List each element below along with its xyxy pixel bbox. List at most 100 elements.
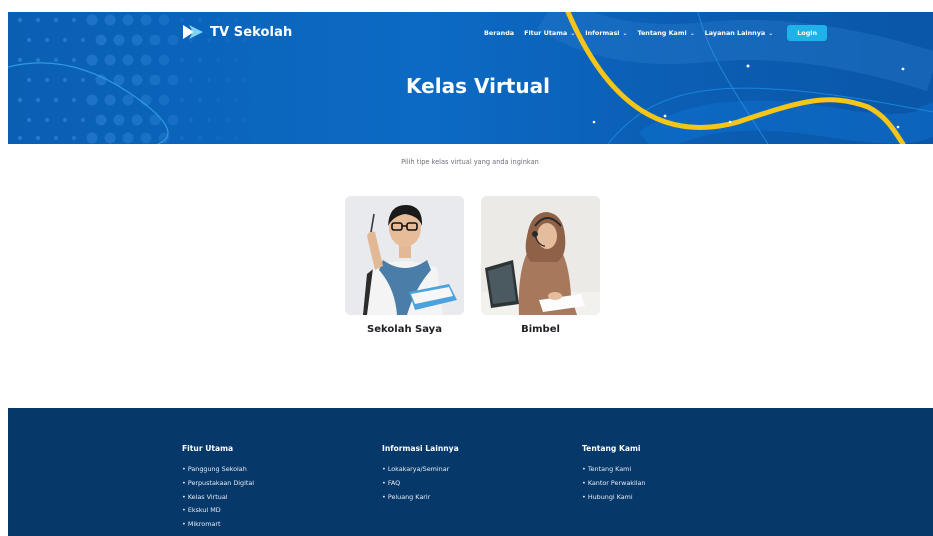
footer-link[interactable]: • FAQ <box>382 477 459 491</box>
footer-link-label: Ekskul MD <box>187 506 221 515</box>
decorative-dot <box>233 57 239 63</box>
footer-link[interactable]: • Mikromart <box>182 518 254 532</box>
tv-sekolah-logo-icon <box>183 25 203 39</box>
decorative-dot <box>122 54 134 66</box>
decorative-dot <box>158 54 170 66</box>
site-footer: Fitur Utama • Panggung Sekolah • Perpust… <box>8 408 933 536</box>
decorative-dot <box>179 97 185 103</box>
footer-link[interactable]: • Peluang Karir <box>382 491 459 505</box>
footer-link[interactable]: • Ekskul MD <box>182 504 254 518</box>
footer-heading: Informasi Lainnya <box>382 444 459 453</box>
footer-link[interactable]: • Kantor Perwakilan <box>582 477 645 491</box>
nav-beranda-label: Beranda <box>484 29 515 37</box>
decorative-dot <box>17 97 23 103</box>
decorative-dot <box>86 14 98 26</box>
option-card-bimbel[interactable]: Bimbel <box>481 196 600 335</box>
decorative-dot <box>86 54 98 66</box>
decorative-dot <box>62 117 68 123</box>
footer-column-informasi-lainnya: Informasi Lainnya • Lokakarya/Seminar • … <box>382 444 459 504</box>
decorative-dot <box>35 97 41 103</box>
decorative-dot <box>80 117 86 123</box>
nav-layanan-lainnya[interactable]: Layanan Lainnya ⌄ <box>705 29 774 37</box>
decorative-dot <box>233 135 239 141</box>
brand-name: TV Sekolah <box>210 24 293 40</box>
footer-column-tentang-kami: Tentang Kami • Tentang Kami • Kantor Per… <box>582 444 645 504</box>
decorative-dot <box>224 117 230 123</box>
footer-link[interactable]: • Kelas Virtual <box>182 491 254 505</box>
hero-banner: TV Sekolah Beranda Fitur Utama ⌄ Informa… <box>8 12 933 144</box>
footer-link[interactable]: • Tentang Kami <box>582 463 645 477</box>
decorative-dot <box>179 57 185 63</box>
decorative-dot <box>140 14 152 26</box>
footer-link[interactable]: • Panggung Sekolah <box>182 463 254 477</box>
footer-link[interactable]: • Lokakarya/Seminar <box>382 463 459 477</box>
decorative-dot <box>71 97 77 103</box>
decorative-dot <box>17 57 23 63</box>
decorative-dot <box>95 34 107 46</box>
footer-link-label: Peluang Karir <box>387 492 431 501</box>
decorative-dot <box>251 97 257 103</box>
footer-link[interactable]: • Perpustakaan Digital <box>182 477 254 491</box>
footer-link-label: Panggung Sekolah <box>187 465 247 473</box>
nav-fitur-utama-label: Fitur Utama <box>524 29 568 37</box>
nav-informasi-label: Informasi <box>585 29 620 37</box>
page-title: Kelas Virtual <box>406 74 550 98</box>
decorative-dot <box>197 57 203 63</box>
chevron-down-icon: ⌄ <box>689 29 695 37</box>
decorative-dot <box>26 117 32 123</box>
nav-tentang-kami[interactable]: Tentang Kami ⌄ <box>637 29 694 37</box>
decorative-dot <box>260 117 266 123</box>
decorative-dot <box>158 14 170 26</box>
nav-layanan-lainnya-label: Layanan Lainnya <box>704 29 766 37</box>
main-nav: Beranda Fitur Utama ⌄ Informasi ⌄ Tentan… <box>484 25 828 41</box>
student-photo <box>345 196 464 315</box>
footer-link-label: Mikromart <box>187 520 221 529</box>
footer-link[interactable]: • Hubungi Kami <box>582 491 645 505</box>
tutor-illustration <box>481 196 600 315</box>
decorative-dot <box>86 132 98 144</box>
option-label: Sekolah Saya <box>367 324 442 335</box>
decorative-dot <box>95 114 107 126</box>
site-logo[interactable]: TV Sekolah <box>182 24 292 40</box>
decorative-dot <box>62 37 68 43</box>
decorative-dot <box>53 135 59 141</box>
nav-tentang-kami-label: Tentang Kami <box>637 29 687 37</box>
nav-informasi[interactable]: Informasi ⌄ <box>585 29 627 37</box>
footer-link-label: Perpustakaan Digital <box>187 478 255 487</box>
decorative-dot <box>35 57 41 63</box>
decorative-dot <box>251 17 257 23</box>
decorative-dot <box>53 97 59 103</box>
decorative-dot <box>53 17 59 23</box>
decorative-dot <box>179 17 185 23</box>
decorative-dot <box>26 37 32 43</box>
decorative-dot <box>17 135 23 141</box>
page-subtitle: Pilih tipe kelas virtual yang anda ingin… <box>401 158 539 166</box>
decorative-dot <box>215 135 221 141</box>
footer-link-label: Kantor Perwakilan <box>587 478 646 487</box>
nav-fitur-utama[interactable]: Fitur Utama ⌄ <box>524 29 575 37</box>
option-label: Bimbel <box>521 324 560 335</box>
student-illustration <box>345 196 464 315</box>
decorative-dot <box>251 135 257 141</box>
footer-link-label: Tentang Kami <box>587 465 632 473</box>
option-card-sekolah-saya[interactable]: Sekolah Saya <box>345 196 464 335</box>
decorative-dot <box>35 17 41 23</box>
decorative-dot <box>71 17 77 23</box>
decorative-dot <box>80 37 86 43</box>
decorative-dot <box>131 34 143 46</box>
decorative-dot <box>167 114 179 126</box>
footer-link-label: Kelas Virtual <box>187 492 228 501</box>
decorative-dot <box>197 135 203 141</box>
login-button[interactable]: Login <box>787 25 828 41</box>
decorative-dot <box>188 117 194 123</box>
decorative-dot <box>149 34 161 46</box>
decorative-dot <box>113 114 125 126</box>
decorative-dot <box>104 54 116 66</box>
decorative-dot <box>53 57 59 63</box>
footer-column-fitur-utama: Fitur Utama • Panggung Sekolah • Perpust… <box>182 444 254 532</box>
nav-beranda[interactable]: Beranda <box>484 29 514 37</box>
chevron-down-icon: ⌄ <box>768 29 774 37</box>
footer-link-label: Lokakarya/Seminar <box>387 465 450 473</box>
decorative-dot <box>35 135 41 141</box>
chevron-down-icon: ⌄ <box>570 29 576 37</box>
